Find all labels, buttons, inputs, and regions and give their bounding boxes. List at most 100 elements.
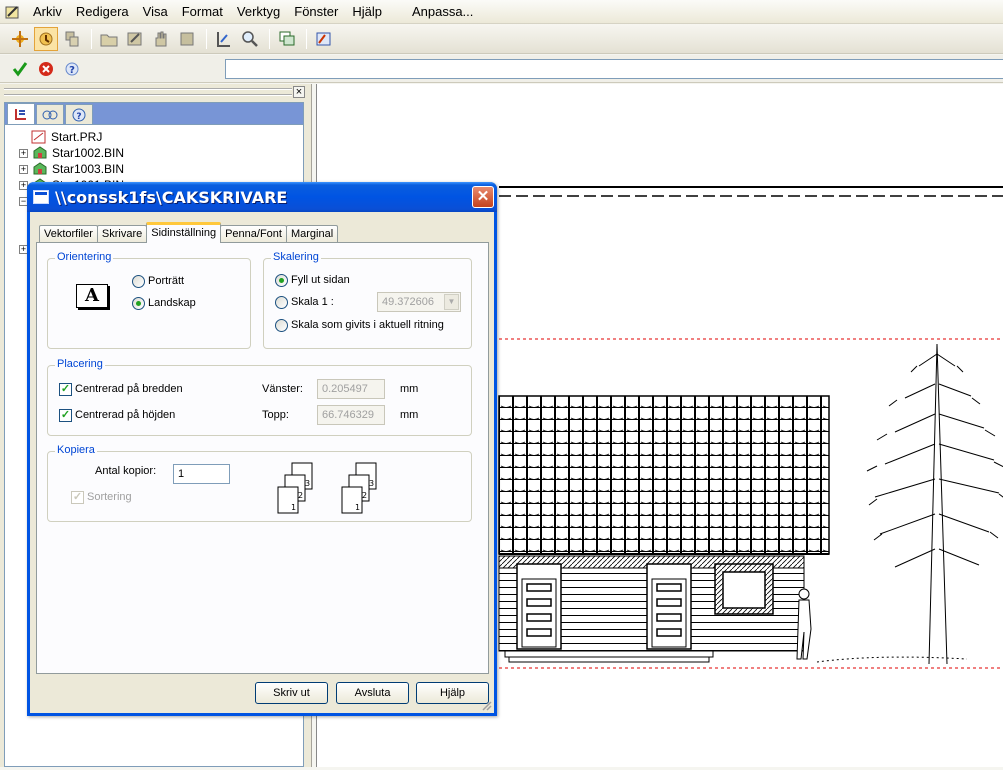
tree-tab-layers-icon[interactable]	[36, 104, 64, 124]
preview-letter: A	[85, 285, 99, 306]
placement-group: Placering ✓ Centrerad på bredden ✓ Centr…	[47, 358, 472, 436]
dialog-title: \\conssk1fs\CAKSKRIVARE	[55, 187, 288, 207]
layer-icon[interactable]	[175, 27, 199, 51]
placement-title: Placering	[55, 358, 105, 370]
actual-scale-radio[interactable]	[275, 319, 288, 332]
open-folder-icon[interactable]	[97, 27, 121, 51]
help-button[interactable]: Hjälp	[416, 682, 489, 704]
chevron-down-icon: ▼	[444, 294, 459, 310]
pointer-tool-icon[interactable]	[34, 26, 58, 51]
orientation-title: Orientering	[55, 251, 114, 263]
fill-page-radio[interactable]	[275, 274, 288, 287]
page-setup-panel: Orientering A Porträtt Landskap Skalerin…	[36, 242, 489, 674]
menu-anpassa[interactable]: Anpassa...	[405, 1, 480, 23]
edit-icon[interactable]	[123, 27, 147, 51]
tree-item[interactable]: + Star1003.BIN	[19, 161, 124, 177]
command-input[interactable]	[225, 59, 1003, 79]
drawing-file-icon	[33, 146, 47, 159]
checkmark-icon[interactable]	[8, 57, 32, 81]
move-tool-icon[interactable]	[60, 27, 84, 51]
top-input[interactable]: 66.746329	[317, 405, 385, 425]
select-tool-icon[interactable]	[8, 27, 32, 51]
copies-count-label: Antal kopior:	[95, 465, 157, 477]
tab-penna-font[interactable]: Penna/Font	[220, 225, 287, 243]
svg-text:2: 2	[362, 491, 367, 500]
tab-skrivare[interactable]: Skrivare	[96, 225, 148, 243]
toolbar-separator	[91, 28, 92, 49]
center-height-checkbox[interactable]: ✓	[59, 409, 72, 422]
scale-label: Skala 1 :	[291, 296, 334, 308]
page-orientation-preview-icon: A	[76, 284, 108, 308]
svg-text:2: 2	[298, 491, 303, 500]
zoom-icon[interactable]	[238, 27, 262, 51]
app-icon[interactable]	[4, 3, 22, 21]
expand-icon[interactable]: +	[19, 148, 28, 158]
toolbar-separator	[306, 28, 307, 49]
scaling-group: Skalering Fyll ut sidan Skala 1 : 49.372…	[263, 251, 472, 349]
tree-item[interactable]: Start.PRJ	[31, 129, 102, 145]
svg-text:3: 3	[305, 479, 310, 488]
scaling-title: Skalering	[271, 251, 321, 263]
hand-icon[interactable]	[149, 27, 173, 51]
left-label: Vänster:	[262, 383, 303, 395]
center-width-checkbox[interactable]: ✓	[59, 383, 72, 396]
left-input[interactable]: 0.205497	[317, 379, 385, 399]
tab-vektorfiler[interactable]: Vektorfiler	[39, 225, 98, 243]
menu-visa[interactable]: Visa	[136, 1, 175, 23]
actual-scale-label: Skala som givits i aktuell ritning	[291, 319, 444, 331]
svg-text:1: 1	[291, 503, 296, 512]
tree-tabs: ?	[5, 103, 303, 125]
svg-text:?: ?	[76, 112, 81, 122]
tree-item-label: Star1002.BIN	[52, 146, 125, 160]
close-button[interactable]: Avsluta	[336, 682, 409, 704]
top-label: Topp:	[262, 409, 289, 421]
help-pointer-icon[interactable]	[312, 27, 336, 51]
menu-format[interactable]: Format	[175, 1, 230, 23]
drawing-file-icon	[33, 162, 47, 175]
menu-bar: Arkiv Redigera Visa Format Verktyg Fönst…	[0, 0, 1003, 24]
toolbar-separator	[206, 28, 207, 49]
toolbar-separator	[269, 28, 270, 49]
expand-icon[interactable]: +	[19, 164, 28, 174]
landscape-radio[interactable]	[132, 297, 145, 310]
print-dialog: \\conssk1fs\CAKSKRIVARE ✕ Vektorfiler Sk…	[27, 182, 497, 716]
draw-icon[interactable]	[212, 27, 236, 51]
svg-text:3: 3	[369, 479, 374, 488]
window-icon[interactable]	[275, 27, 299, 51]
copies-count-input[interactable]: 1	[173, 464, 230, 484]
menu-fonster[interactable]: Fönster	[287, 1, 345, 23]
menu-hjalp[interactable]: Hjälp	[345, 1, 389, 23]
tab-sidinstallning[interactable]: Sidinställning	[146, 222, 222, 243]
dialog-titlebar[interactable]: \\conssk1fs\CAKSKRIVARE ✕	[27, 182, 497, 212]
landscape-label: Landskap	[148, 297, 196, 309]
copies-group: Kopiera Antal kopior: 1 ✓ Sortering 3 2 …	[47, 444, 472, 522]
scale-radio[interactable]	[275, 296, 288, 309]
question-icon[interactable]: ?	[60, 57, 84, 81]
svg-text:1: 1	[355, 503, 360, 512]
menu-verktyg[interactable]: Verktyg	[230, 1, 287, 23]
collate-label: Sortering	[87, 491, 132, 503]
copies-title: Kopiera	[55, 444, 97, 456]
orientation-group: Orientering A Porträtt Landskap	[47, 251, 251, 349]
collate-checkbox[interactable]: ✓	[71, 491, 84, 504]
dialog-close-button[interactable]: ✕	[472, 186, 494, 208]
panel-grip[interactable]	[4, 88, 292, 96]
scale-value: 49.372606	[382, 296, 434, 308]
cancel-icon[interactable]	[34, 57, 58, 81]
tree-item[interactable]: + Star1002.BIN	[19, 145, 124, 161]
menu-redigera[interactable]: Redigera	[69, 1, 136, 23]
tab-marginal[interactable]: Marginal	[285, 225, 339, 243]
top-unit: mm	[400, 409, 419, 421]
tree-tab-project-icon[interactable]	[7, 103, 35, 124]
tree-item-label: Star1003.BIN	[52, 162, 125, 176]
tree-tab-help-icon[interactable]: ?	[65, 104, 93, 124]
scale-combo[interactable]: 49.372606 ▼	[377, 292, 461, 312]
left-unit: mm	[400, 383, 419, 395]
tree-item-label: Start.PRJ	[51, 130, 103, 144]
menu-arkiv[interactable]: Arkiv	[26, 1, 69, 23]
portrait-radio[interactable]	[132, 275, 145, 288]
print-button[interactable]: Skriv ut	[255, 682, 328, 704]
panel-close-icon[interactable]: ×	[293, 86, 305, 98]
resize-grip-icon[interactable]	[480, 699, 492, 711]
portrait-label: Porträtt	[148, 275, 185, 287]
